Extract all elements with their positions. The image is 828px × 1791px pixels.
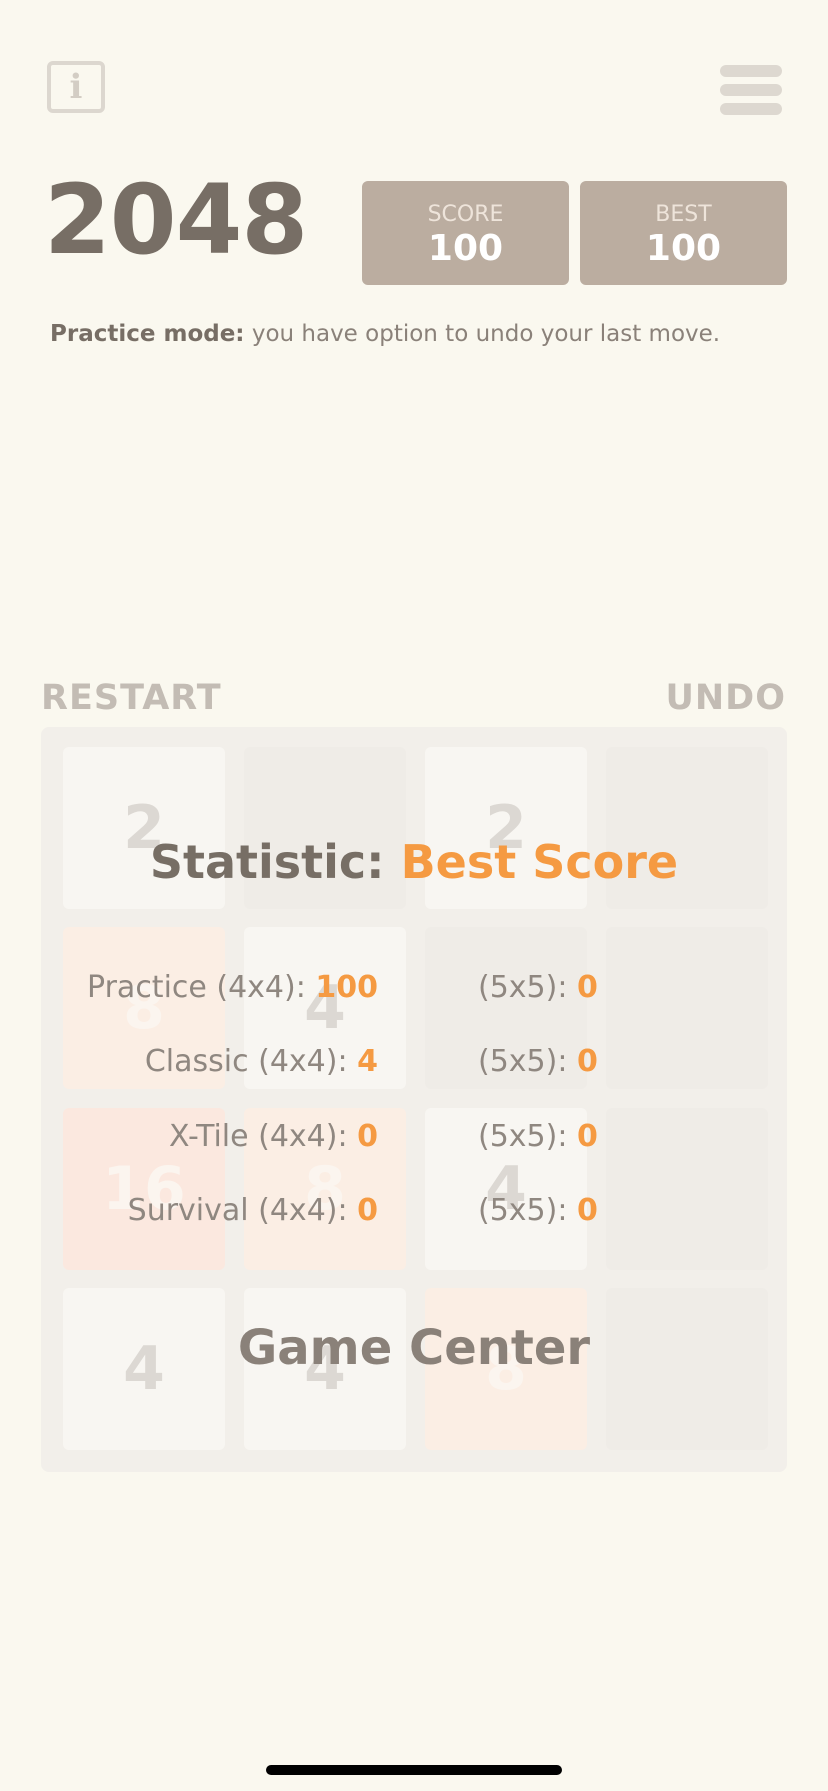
stat-value: 0 [576,1044,598,1079]
stat-label: (5x5): [478,1119,577,1154]
practice-mode-text: you have option to undo your last move. [244,321,721,347]
stat-value: 4 [357,1044,378,1079]
tile [606,927,768,1089]
game-center-button[interactable]: Game Center [0,1320,828,1376]
stat-value: 0 [357,1193,378,1228]
stat-value: 0 [576,1119,598,1154]
stat-label: Classic (4x4): [144,1044,358,1079]
best-score-box: BEST 100 [580,181,787,285]
game-logo: 2048 [44,164,308,276]
stat-label: Practice (4x4): [87,970,316,1005]
hamburger-menu-icon[interactable] [720,65,782,115]
statistic-subtitle: Best Score [400,835,679,889]
stat-xtile-4x4: X-Tile (4x4): 0 [169,1117,378,1157]
best-value: 100 [645,228,722,269]
stat-label: (5x5): [478,970,577,1005]
score-value: 100 [427,228,504,269]
stat-label: (5x5): [478,1044,577,1079]
stat-value: 100 [315,970,378,1005]
info-icon[interactable]: i [47,61,105,113]
undo-button[interactable]: UNDO [665,678,786,718]
best-label: BEST [655,202,712,227]
stat-label: Survival (4x4): [127,1193,358,1228]
stat-survival-5x5: (5x5): 0 [478,1191,598,1231]
restart-button[interactable]: RESTART [41,678,222,718]
practice-mode-note: Practice mode: you have option to undo y… [50,321,720,347]
stat-survival-4x4: Survival (4x4): 0 [128,1191,378,1231]
stat-practice-4x4: Practice (4x4): 100 [87,968,378,1008]
practice-mode-label: Practice mode: [50,321,245,347]
stat-label: (5x5): [478,1193,577,1228]
statistic-title: Statistic: Best Score [0,834,828,890]
stat-practice-5x5: (5x5): 0 [478,968,598,1008]
stat-xtile-5x5: (5x5): 0 [478,1117,598,1157]
stat-value: 0 [576,970,598,1005]
tile [606,1108,768,1270]
stat-classic-5x5: (5x5): 0 [478,1042,598,1082]
stat-value: 0 [357,1119,378,1154]
score-box: SCORE 100 [362,181,569,285]
stat-classic-4x4: Classic (4x4): 4 [145,1042,378,1082]
home-indicator[interactable] [266,1765,562,1775]
stat-label: X-Tile (4x4): [168,1119,358,1154]
stat-value: 0 [576,1193,598,1228]
statistic-label: Statistic: [149,835,385,889]
score-label: SCORE [427,202,504,227]
